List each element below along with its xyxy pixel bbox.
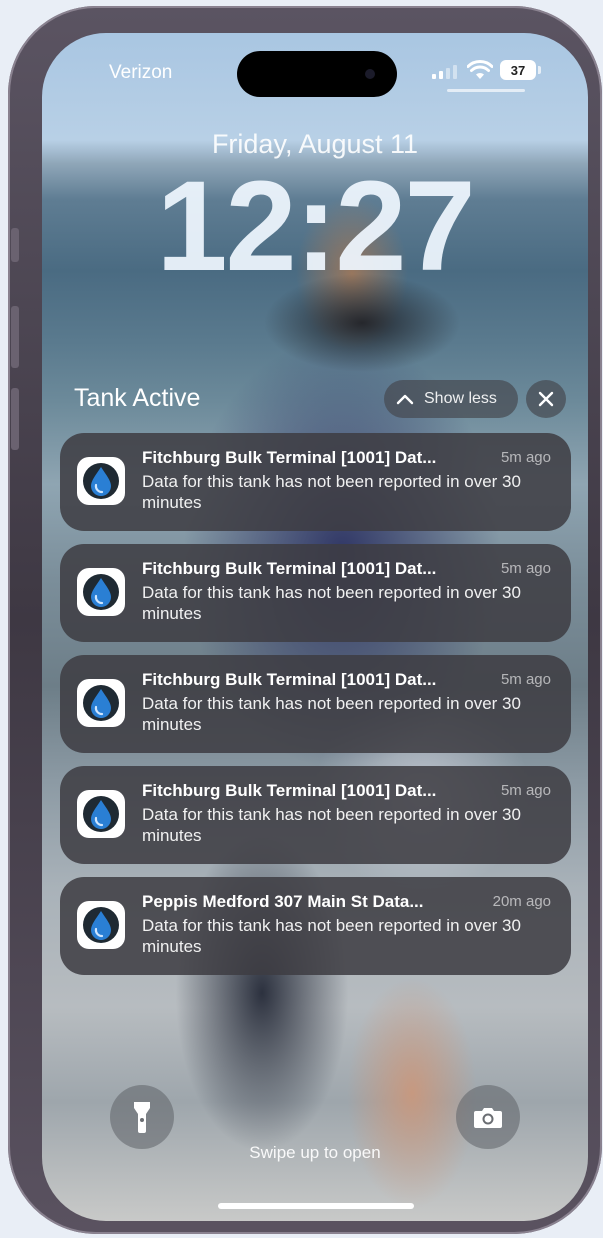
notification-body: Data for this tank has not been reported… <box>142 694 521 734</box>
notification-group-header: Tank Active Show less <box>74 378 570 420</box>
notification-card[interactable]: Fitchburg Bulk Terminal [1001] Dat... 5m… <box>60 655 571 753</box>
home-indicator[interactable] <box>218 1203 414 1209</box>
chevron-up-icon <box>396 394 414 405</box>
app-icon <box>77 679 125 727</box>
water-drop-icon <box>83 463 119 499</box>
group-title: Tank Active <box>74 384 201 412</box>
dynamic-island <box>237 51 397 97</box>
carrier-label: Verizon <box>109 62 173 83</box>
notification-card[interactable]: Fitchburg Bulk Terminal [1001] Dat... 5m… <box>60 766 571 864</box>
water-drop-icon <box>83 574 119 610</box>
phone-frame: Verizon 37 Friday, August 11 12:27 Tank … <box>8 6 602 1234</box>
app-icon <box>77 457 125 505</box>
status-bar: Verizon 37 <box>42 33 588 103</box>
show-less-button[interactable]: Show less <box>384 380 518 418</box>
swipe-up-hint: Swipe up to open <box>249 1143 381 1162</box>
wifi-icon <box>467 60 493 79</box>
notification-body: Data for this tank has not been reported… <box>142 472 521 512</box>
battery-icon: 37 <box>500 60 541 80</box>
control-center-indicator[interactable] <box>447 89 525 92</box>
water-drop-icon <box>83 685 119 721</box>
notification-title: Peppis Medford 307 Main St Data... <box>142 892 424 911</box>
app-icon <box>77 568 125 616</box>
show-less-label: Show less <box>424 390 497 407</box>
camera-icon <box>474 1108 502 1128</box>
water-drop-icon <box>83 796 119 832</box>
battery-level: 37 <box>510 62 526 78</box>
notification-body: Data for this tank has not been reported… <box>142 916 521 956</box>
action-button <box>11 228 19 262</box>
lock-screen: Verizon 37 Friday, August 11 12:27 Tank … <box>42 33 588 1221</box>
app-icon <box>77 901 125 949</box>
app-icon <box>77 790 125 838</box>
flashlight-icon <box>134 1102 150 1133</box>
notification-title: Fitchburg Bulk Terminal [1001] Dat... <box>142 781 437 800</box>
close-icon <box>538 391 554 407</box>
notification-card[interactable]: Fitchburg Bulk Terminal [1001] Dat... 5m… <box>60 544 571 642</box>
notification-title: Fitchburg Bulk Terminal [1001] Dat... <box>142 670 437 689</box>
volume-up-button <box>11 306 19 368</box>
notification-title: Fitchburg Bulk Terminal [1001] Dat... <box>142 559 437 578</box>
cellular-signal-icon <box>432 65 457 79</box>
notification-card[interactable]: Fitchburg Bulk Terminal [1001] Dat... 5m… <box>60 433 571 531</box>
notification-card[interactable]: Peppis Medford 307 Main St Data... 20m a… <box>60 877 571 975</box>
lock-time: 12:27 <box>156 155 475 298</box>
flashlight-button[interactable] <box>110 1085 174 1149</box>
notification-time: 5m ago <box>500 782 551 799</box>
notification-time: 20m ago <box>492 893 551 910</box>
water-drop-icon <box>83 907 119 943</box>
front-camera-icon <box>365 69 375 79</box>
notification-title: Fitchburg Bulk Terminal [1001] Dat... <box>142 448 437 467</box>
volume-down-button <box>11 388 19 450</box>
notification-time: 5m ago <box>500 671 551 688</box>
notification-body: Data for this tank has not been reported… <box>142 583 521 623</box>
notification-time: 5m ago <box>500 560 551 577</box>
notification-time: 5m ago <box>500 449 551 466</box>
clear-group-button[interactable] <box>526 380 566 418</box>
notification-body: Data for this tank has not been reported… <box>142 805 521 845</box>
camera-button[interactable] <box>456 1085 520 1149</box>
